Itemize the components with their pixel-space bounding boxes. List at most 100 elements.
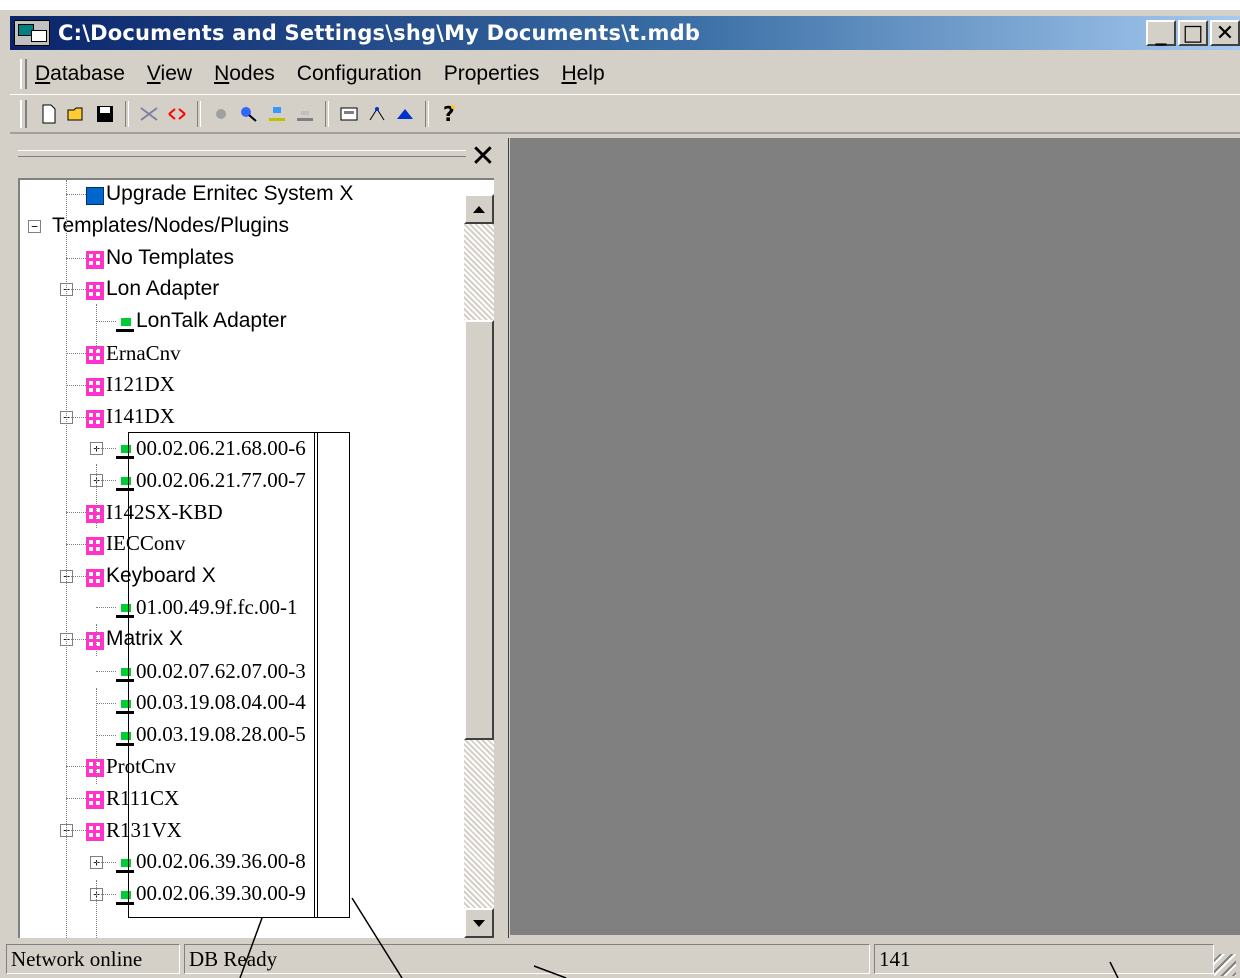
device-node-icon <box>116 443 134 460</box>
save-icon[interactable] <box>94 103 116 125</box>
tree-item-label: 00.02.06.21.68.00-6 <box>136 435 306 460</box>
template-node-icon <box>86 632 104 651</box>
new-icon[interactable] <box>38 103 60 125</box>
tree-guide <box>96 624 97 656</box>
minimize-button[interactable]: _ <box>1146 20 1176 46</box>
tree-item[interactable]: 00.03.19.08.28.00-5 <box>116 719 306 751</box>
tree-icon[interactable] <box>366 103 388 125</box>
tree-item[interactable]: IECConv <box>86 528 185 560</box>
tree-item-label: ProtCnv <box>106 753 177 778</box>
cut-icon[interactable] <box>138 103 160 125</box>
collapse-icon[interactable]: − <box>28 219 41 233</box>
device-node-icon <box>116 857 134 873</box>
maximize-button[interactable]: □ <box>1178 20 1208 46</box>
help-icon[interactable]: ? <box>438 103 460 125</box>
link-icon[interactable] <box>166 103 188 125</box>
tree-connector <box>66 512 86 513</box>
tree-item-label: 00.03.19.08.28.00-5 <box>136 722 306 747</box>
tree-item-label: R111CX <box>106 785 180 810</box>
tree-connector <box>66 798 86 800</box>
tree-item[interactable]: 00.02.06.21.68.00-6 <box>116 432 306 464</box>
tree-item[interactable]: 00.02.06.21.77.00-7 <box>116 464 306 496</box>
tree-item[interactable]: I141DX <box>86 401 175 433</box>
tree-connector <box>96 321 116 323</box>
scroll-up-button[interactable] <box>464 194 494 224</box>
window-controls: _ □ ✕ <box>1146 20 1240 46</box>
tree-item[interactable]: 00.02.06.39.30.00-9 <box>116 878 306 910</box>
upgrade-icon <box>86 187 104 205</box>
tree-item[interactable]: I121DX <box>86 369 175 401</box>
tree-connector <box>66 289 86 291</box>
tree-item[interactable]: ProtCnv <box>86 750 176 782</box>
tree-item-label: 01.00.49.9f.fc.00-1 <box>136 594 298 619</box>
template-node-icon <box>86 759 104 778</box>
menu-item[interactable]: Configuration <box>297 62 422 86</box>
tree-connector <box>96 671 116 672</box>
tree-connector <box>66 257 86 259</box>
template-node-icon <box>86 346 104 364</box>
tree-item[interactable]: Templates/Nodes/Plugins <box>52 210 289 242</box>
pane-drag-handle[interactable] <box>18 150 466 157</box>
close-button[interactable]: ✕ <box>1210 20 1240 46</box>
tree-guide <box>66 180 67 938</box>
scroll-thumb[interactable] <box>464 320 494 740</box>
pane-splitter[interactable] <box>500 138 509 938</box>
node-tree[interactable]: Upgrade Ernitec System X Templates/Nodes/… <box>18 178 494 938</box>
tree-connector <box>96 607 116 609</box>
open-icon[interactable] <box>66 103 88 125</box>
menu-item[interactable]: Properties <box>444 62 540 86</box>
tree-item[interactable]: Lon Adapter <box>86 273 219 305</box>
network-icon[interactable] <box>394 103 416 125</box>
window-icon[interactable] <box>338 103 360 125</box>
menu-item[interactable]: View <box>147 62 192 86</box>
tree-item-label: 00.02.06.39.30.00-9 <box>136 881 306 906</box>
tree-item[interactable]: 01.00.49.9f.fc.00-1 <box>116 591 298 623</box>
tree-item-label: I141DX <box>106 404 175 429</box>
tree-item-label: Upgrade Ernitec System X <box>106 182 354 205</box>
tree-item[interactable]: R111CX <box>86 782 179 814</box>
template-node-icon <box>86 250 104 269</box>
toolbar-separator <box>125 101 129 127</box>
tree-item-label: ErnaCnv <box>106 340 181 365</box>
tree-connector <box>66 384 86 386</box>
device-node-icon <box>116 730 134 746</box>
tree-item[interactable]: ErnaCnv <box>86 337 181 369</box>
menu-grip[interactable] <box>20 59 27 89</box>
template-node-icon <box>86 791 104 810</box>
resize-grip[interactable] <box>1214 954 1236 976</box>
scroll-down-button[interactable] <box>464 908 494 938</box>
tree-item[interactable]: 00.02.06.39.36.00-8 <box>116 846 306 878</box>
tree-item[interactable]: 00.03.19.08.04.00-4 <box>116 687 306 719</box>
tree-connector <box>66 575 86 577</box>
tree-connector <box>96 448 116 450</box>
device-node-icon <box>116 666 134 682</box>
menu-item[interactable]: Database <box>35 62 125 86</box>
tree-item[interactable]: No Templates <box>86 242 234 274</box>
tree-item[interactable]: Keyboard X <box>86 560 216 592</box>
upload-icon[interactable] <box>266 103 288 125</box>
download-icon[interactable] <box>294 103 316 125</box>
tree-item-label: I142SX-KBD <box>106 499 223 524</box>
menu-item[interactable]: Nodes <box>214 62 275 86</box>
title-bar[interactable]: C:\Documents and Settings\shg\My Documen… <box>10 16 1240 50</box>
template-node-icon <box>86 505 104 523</box>
tree-guide <box>96 688 97 784</box>
tree-item[interactable]: 00.02.07.62.07.00-3 <box>116 655 306 687</box>
tree-item[interactable]: R131VX <box>86 814 182 846</box>
find-icon[interactable] <box>238 103 260 125</box>
tree-scrollbar[interactable] <box>464 194 494 938</box>
tree-connector <box>96 893 116 895</box>
menu-item[interactable]: Help <box>561 62 604 86</box>
tree-guide <box>96 304 97 350</box>
pane-close-icon[interactable]: ✕ <box>466 140 500 174</box>
tree-item-label: Matrix X <box>106 627 184 651</box>
view-icon[interactable] <box>210 103 232 125</box>
tree-item[interactable]: Matrix X <box>86 623 183 655</box>
tree-connector <box>66 639 86 641</box>
tree-item[interactable]: Upgrade Ernitec System X <box>86 180 354 210</box>
toolbar-grip[interactable] <box>20 100 27 128</box>
tree-item[interactable]: LonTalk Adapter <box>116 305 287 337</box>
app-icon[interactable] <box>14 20 50 46</box>
tree-item[interactable]: I142SX-KBD <box>86 496 223 528</box>
template-node-icon <box>86 409 104 428</box>
